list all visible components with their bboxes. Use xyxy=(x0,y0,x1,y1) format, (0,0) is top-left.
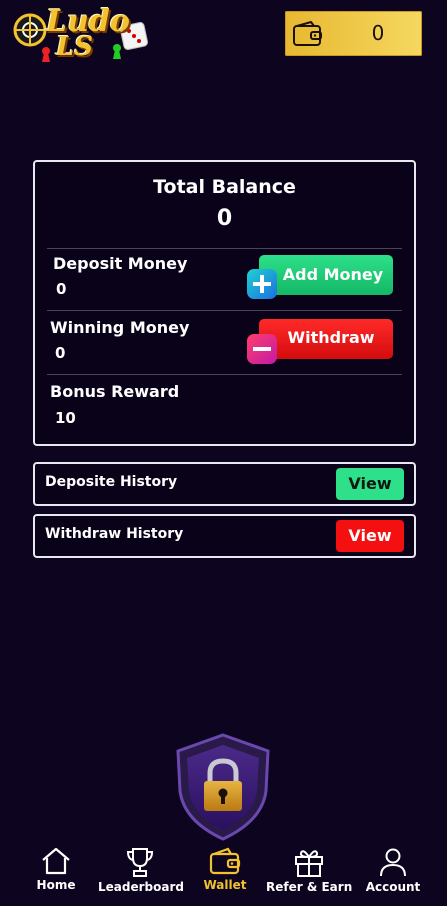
withdraw-history-row: Withdraw History View xyxy=(33,514,416,558)
divider xyxy=(47,310,402,311)
bonus-reward-label: Bonus Reward xyxy=(50,382,180,401)
nav-label-wallet: Wallet xyxy=(203,878,247,892)
nav-label-home: Home xyxy=(36,878,76,892)
wallet-balance-pill[interactable]: 0 xyxy=(285,11,422,56)
total-balance-label: Total Balance xyxy=(153,176,296,198)
nav-label-leaderboard: Leaderboard xyxy=(98,880,184,894)
nav-item-leaderboard[interactable]: Leaderboard xyxy=(98,842,184,906)
nav-label-account: Account xyxy=(365,880,421,894)
total-balance-value: 0 xyxy=(216,206,233,231)
nav-label-refer-earn: Refer & Earn xyxy=(266,880,353,894)
nav-item-wallet[interactable]: Wallet xyxy=(199,842,251,906)
wallet-icon xyxy=(209,847,241,875)
user-icon xyxy=(380,848,406,877)
withdraw-history-view-button[interactable]: View xyxy=(336,520,404,552)
deposit-history-view-button[interactable]: View xyxy=(336,468,404,500)
balance-card: Total Balance 0 Deposit Money 0 Add Mone… xyxy=(33,160,416,446)
gift-icon xyxy=(295,850,323,877)
wallet-balance-value: 0 xyxy=(371,21,385,45)
divider xyxy=(47,374,402,375)
plus-icon xyxy=(247,269,277,299)
withdraw-button[interactable]: Withdraw xyxy=(259,319,393,359)
nav-item-account[interactable]: Account xyxy=(364,842,422,906)
home-icon xyxy=(42,847,70,875)
withdraw-history-label: Withdraw History xyxy=(45,526,184,542)
divider xyxy=(47,248,402,249)
minus-icon xyxy=(247,334,277,364)
add-money-button[interactable]: Add Money xyxy=(259,255,393,295)
winning-money-value: 0 xyxy=(55,344,66,362)
winning-money-label: Winning Money xyxy=(50,318,190,337)
wallet-icon xyxy=(293,20,323,51)
deposit-money-value: 0 xyxy=(56,280,67,298)
trophy-icon xyxy=(126,848,154,877)
nav-item-refer-earn[interactable]: Refer & Earn xyxy=(266,842,352,906)
logo-text-ls: LS xyxy=(56,32,94,62)
security-shield-icon xyxy=(172,733,274,841)
deposit-history-row: Deposite History View xyxy=(33,462,416,506)
nav-item-home[interactable]: Home xyxy=(31,842,81,906)
deposit-money-label: Deposit Money xyxy=(53,254,188,273)
bottom-nav: Home Leaderboard Wallet Refer & Earn Acc… xyxy=(0,842,447,906)
deposit-history-label: Deposite History xyxy=(45,474,178,490)
bonus-reward-value: 10 xyxy=(55,409,76,427)
app-logo: Ludo LS xyxy=(10,4,155,68)
